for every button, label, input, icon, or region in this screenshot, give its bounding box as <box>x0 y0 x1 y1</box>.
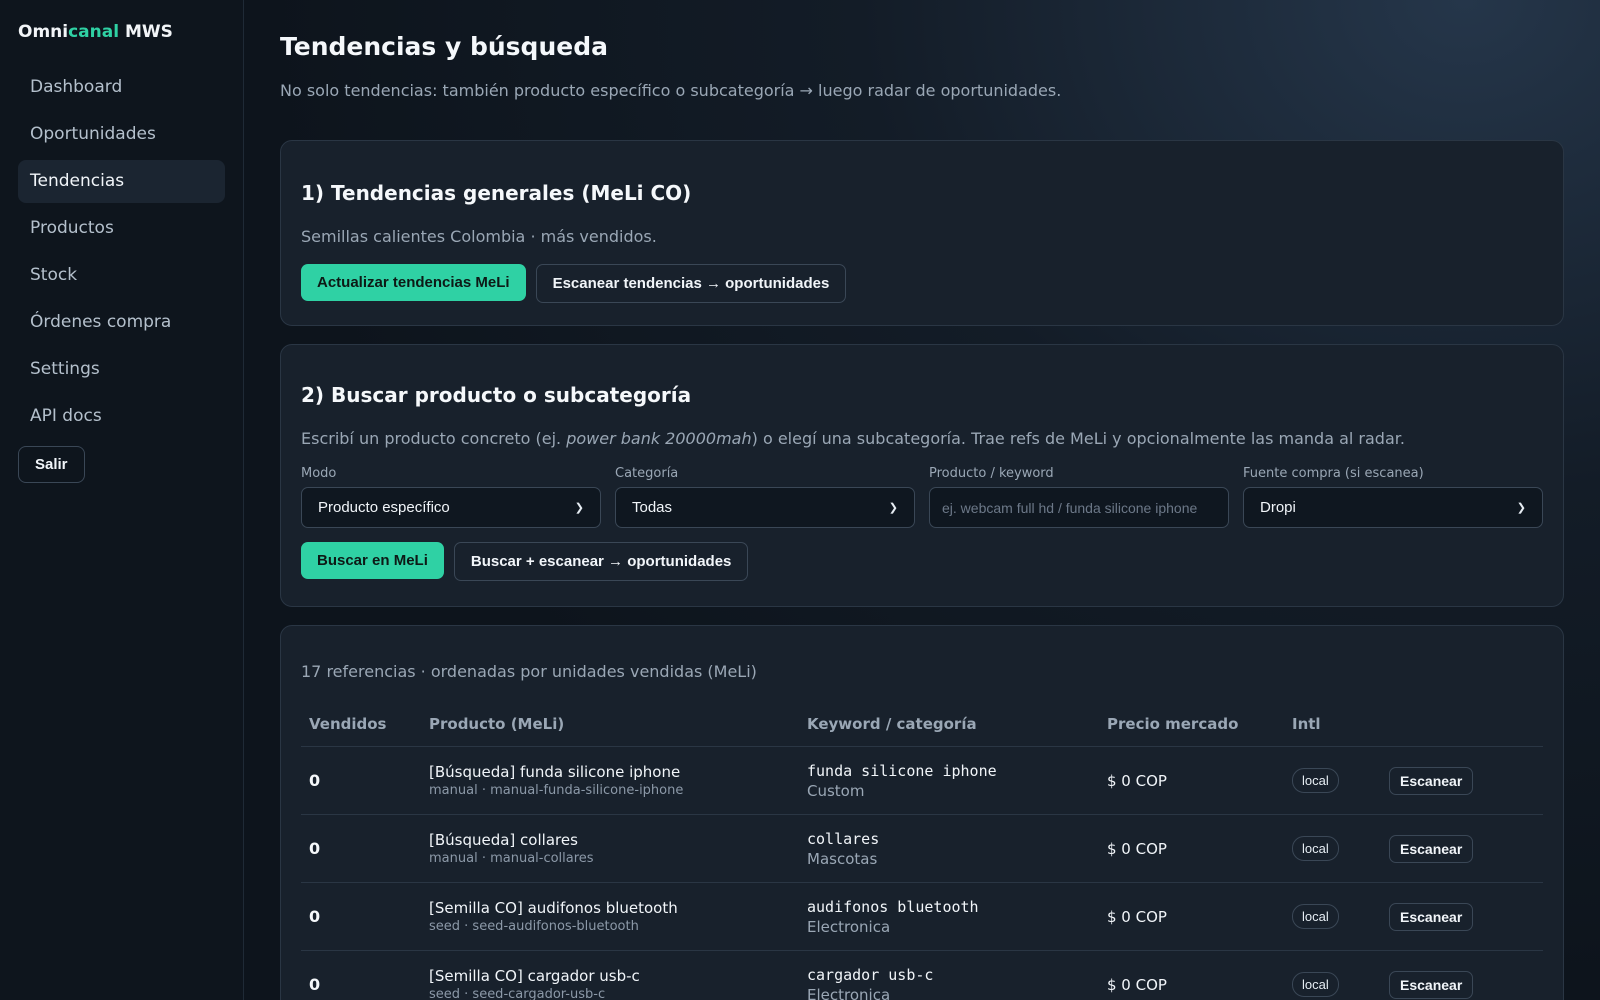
trends-title: 1) Tendencias generales (MeLi CO) <box>301 181 692 205</box>
product-source: manual · manual-collares <box>429 851 594 866</box>
chevron-down-icon: ❯ <box>888 502 898 514</box>
intl-badge: local <box>1292 904 1339 929</box>
market-price: $ 0 COP <box>1107 976 1167 994</box>
page-subtitle: No solo tendencias: también producto esp… <box>280 81 1062 100</box>
product-source: seed · seed-cargador-usb-c <box>429 987 606 1000</box>
intl-badge: local <box>1292 836 1339 861</box>
product-category: Electronica <box>807 985 891 1000</box>
product-title: [Búsqueda] funda silicone iphone <box>429 763 681 781</box>
brand-part-1: Omni <box>18 22 69 42</box>
intl-badge: local <box>1292 972 1339 997</box>
product-keyword: cargador usb-c <box>807 965 934 984</box>
mode-value: Producto específico <box>318 499 450 516</box>
product-category: Electronica <box>807 917 891 936</box>
sidebar-item-api-docs[interactable]: API docs <box>18 395 225 438</box>
product-keyword: audifonos bluetooth <box>807 897 979 916</box>
keyword-placeholder: ej. webcam full hd / funda silicone ipho… <box>942 499 1198 516</box>
mode-select[interactable]: Producto específico ❯ <box>301 487 601 528</box>
search-meli-button[interactable]: Buscar en MeLi <box>301 542 444 579</box>
results-table: Vendidos Producto (MeLi) Keyword / categor… <box>301 705 1543 1000</box>
sold-count: 0 <box>309 839 321 858</box>
sidebar-item-tendencias[interactable]: Tendencias <box>18 160 225 203</box>
search-desc-post: ) o elegí una subcategoría. Trae refs de… <box>751 429 1405 448</box>
scan-button[interactable]: Escanear <box>1389 766 1474 795</box>
product-title: [Semilla CO] audifonos bluetooth <box>429 899 678 917</box>
brand-part-2: canal <box>68 22 120 42</box>
product-source: manual · manual-funda-silicone-iphone <box>429 783 684 798</box>
scan-button[interactable]: Escanear <box>1389 834 1474 863</box>
product-source: seed · seed-audifonos-bluetooth <box>429 919 639 934</box>
table-row: 0 [Búsqueda] collares manual · manual-coll… <box>301 814 1543 883</box>
update-trends-button[interactable]: Actualizar tendencias MeLi <box>301 264 526 301</box>
search-title: 2) Buscar producto o subcategoría <box>301 383 692 407</box>
trends-desc: Semillas calientes Colombia · más vendid… <box>301 227 657 246</box>
column-header[interactable] <box>1381 705 1543 747</box>
table-header-row: Vendidos Producto (MeLi) Keyword / categor… <box>301 705 1543 747</box>
product-keyword: collares <box>807 829 880 848</box>
chevron-down-icon: ❯ <box>574 502 584 514</box>
sold-count: 0 <box>309 907 321 926</box>
search-desc: Escribí un producto concreto (ej. power … <box>301 429 1543 448</box>
product-category: Mascotas <box>807 849 878 868</box>
brand-part-3: MWS <box>119 22 173 42</box>
category-field: Categoría Todas ❯ <box>615 466 915 528</box>
chevron-down-icon: ❯ <box>1516 502 1526 514</box>
search-desc-example: power bank 20000mah <box>566 429 752 448</box>
results-card: 17 referencias · ordenadas por unidades … <box>280 625 1564 1000</box>
scan-trends-button[interactable]: Escanear tendencias → oportunidades <box>535 264 847 303</box>
sidebar: Omnicanal MWS Dashboard Oportunidades Tend… <box>0 0 244 1000</box>
product-title: [Búsqueda] collares <box>429 831 578 849</box>
sidebar-item-stock[interactable]: Stock <box>18 254 225 297</box>
sidebar-item-productos[interactable]: Productos <box>18 207 225 250</box>
main-content: Tendencias y búsqueda No solo tendencias… <box>244 0 1600 1000</box>
page-title: Tendencias y búsqueda <box>280 32 608 61</box>
mode-label: Modo <box>301 466 337 481</box>
sold-count: 0 <box>309 771 321 790</box>
source-value: Dropi <box>1260 499 1296 516</box>
column-header[interactable]: Vendidos <box>301 705 421 747</box>
intl-badge: local <box>1292 768 1339 793</box>
keyword-label: Producto / keyword <box>929 466 1054 481</box>
search-card: 2) Buscar producto o subcategoría Escrib… <box>280 344 1564 607</box>
column-header[interactable]: Keyword / categoría <box>799 705 1099 747</box>
keyword-field: Producto / keyword ej. webcam full hd / … <box>929 466 1229 528</box>
product-keyword: funda silicone iphone <box>807 761 997 780</box>
column-header[interactable]: Producto (MeLi) <box>421 705 799 747</box>
category-select[interactable]: Todas ❯ <box>615 487 915 528</box>
results-count: 17 referencias · ordenadas por unidades … <box>301 662 757 681</box>
table-row: 0 [Semilla CO] audifonos bluetooth seed · … <box>301 882 1543 951</box>
keyword-input[interactable]: ej. webcam full hd / funda silicone ipho… <box>929 487 1229 528</box>
sidebar-item-oportunidades[interactable]: Oportunidades <box>18 113 225 156</box>
column-header[interactable]: Precio mercado <box>1099 705 1284 747</box>
table-row: 0 [Búsqueda] funda silicone iphone manual … <box>301 746 1543 815</box>
trends-card: 1) Tendencias generales (MeLi CO) Semill… <box>280 140 1564 326</box>
sidebar-item--rdenes-compra[interactable]: Órdenes compra <box>18 301 225 344</box>
search-desc-pre: Escribí un producto concreto (ej. <box>301 429 567 448</box>
table-row: 0 [Semilla CO] cargador usb-c seed · seed-… <box>301 950 1543 1000</box>
source-label: Fuente compra (si escanea) <box>1243 466 1424 481</box>
category-value: Todas <box>632 499 673 516</box>
market-price: $ 0 COP <box>1107 908 1167 926</box>
sold-count: 0 <box>309 975 321 994</box>
search-scan-button[interactable]: Buscar + escanear → oportunidades <box>453 542 749 581</box>
column-header[interactable]: Intl <box>1284 705 1381 747</box>
product-title: [Semilla CO] cargador usb-c <box>429 967 640 985</box>
sidebar-item-dashboard[interactable]: Dashboard <box>18 66 225 109</box>
sidebar-item-settings[interactable]: Settings <box>18 348 225 391</box>
product-category: Custom <box>807 781 865 800</box>
brand-logo[interactable]: Omnicanal MWS <box>18 22 225 42</box>
category-label: Categoría <box>615 466 679 481</box>
logout-button[interactable]: Salir <box>18 446 85 483</box>
market-price: $ 0 COP <box>1107 772 1167 790</box>
scan-button[interactable]: Escanear <box>1389 970 1474 999</box>
market-price: $ 0 COP <box>1107 840 1167 858</box>
sidebar-nav: Dashboard Oportunidades Tendencias Producto… <box>18 66 225 438</box>
source-field: Fuente compra (si escanea) Dropi ❯ <box>1243 466 1543 528</box>
scan-button[interactable]: Escanear <box>1389 902 1474 931</box>
source-select[interactable]: Dropi ❯ <box>1243 487 1543 528</box>
mode-field: Modo Producto específico ❯ <box>301 466 601 528</box>
table-body: 0 [Búsqueda] funda silicone iphone manual … <box>301 746 1543 1000</box>
